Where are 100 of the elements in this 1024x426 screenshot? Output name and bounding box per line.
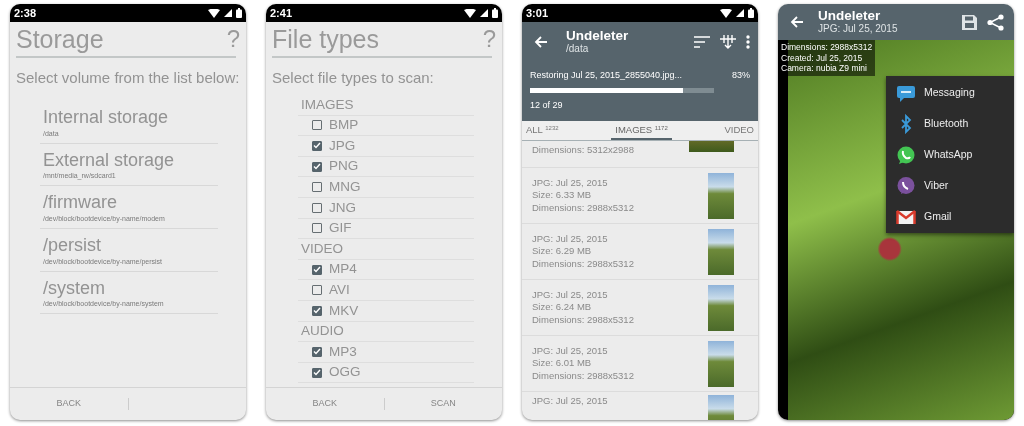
photo-info: Camera: nubia Z9 mini: [781, 63, 868, 74]
file-type-label: MNG: [329, 178, 361, 197]
status-time: 2:38: [14, 7, 37, 19]
phone-bubble-icon: [896, 175, 916, 196]
phone-bubble-icon: [896, 144, 916, 165]
file-detail: Size: 6.29 MB: [532, 245, 593, 258]
file-detail: Size: 6.33 MB: [532, 189, 593, 202]
photo-info: Dimensions: 2988x5312: [781, 42, 873, 53]
checkbox[interactable]: [312, 141, 322, 151]
more-options-icon[interactable]: [746, 35, 750, 49]
share-option[interactable]: Viber: [886, 170, 1014, 201]
help-button[interactable]: ?: [226, 25, 240, 54]
scan-button[interactable]: SCAN: [384, 393, 502, 415]
restore-icon[interactable]: [720, 35, 736, 49]
wifi-icon: [464, 8, 476, 18]
file-detail: Dimensions: 2988x5312: [532, 257, 634, 271]
file-type-label: JPG: [329, 136, 356, 155]
file-type-label: OGG: [329, 363, 361, 382]
photo-subtitle: JPG: Jul 25, 2015: [818, 23, 899, 36]
checkbox[interactable]: [312, 346, 322, 357]
file-type-label: AVI: [329, 281, 350, 299]
file-detail: JPG: Jul 25, 2015: [532, 176, 609, 190]
photo-placeholder: [708, 172, 734, 219]
checkmark-icon: [313, 348, 321, 356]
signal-icon: [224, 9, 232, 17]
file-detail: Dimensions: 5312x2988: [532, 144, 634, 157]
battery-icon: [748, 8, 754, 18]
checkmark-icon: [313, 307, 321, 315]
share-option[interactable]: Gmail: [886, 201, 1014, 232]
checkbox[interactable]: [312, 223, 322, 234]
wifi-icon: [208, 8, 220, 18]
battery-icon: [236, 8, 242, 18]
file-type-label: MKV: [329, 301, 359, 320]
back-arrow-icon[interactable]: [534, 35, 548, 49]
checkbox[interactable]: [312, 161, 322, 172]
checkmark-icon: [313, 369, 321, 376]
file-detail: Size: 6.24 MB: [532, 301, 593, 314]
screen-title: File types: [272, 24, 379, 54]
checkbox[interactable]: [312, 182, 322, 193]
file-row[interactable]: JPG: Jul 25, 2015 Size: 6.24 MB Dimensions: 2988x5312: [522, 280, 758, 336]
volume-name: /system: [43, 277, 106, 300]
share-icon[interactable]: [987, 13, 1004, 31]
file-type-label: MP4: [329, 260, 357, 279]
group-heading: IMAGES: [300, 95, 354, 114]
share-option[interactable]: WhatsApp: [886, 139, 1014, 170]
checkbox[interactable]: [312, 305, 322, 316]
photo-info: Created: Jul 25, 2015: [781, 52, 864, 63]
battery-icon: [492, 8, 498, 18]
file-detail: Dimensions: 2988x5312: [532, 201, 634, 215]
tab[interactable]: IMAGES $^{1172}$: [611, 121, 672, 140]
checkbox[interactable]: [312, 367, 322, 378]
volume-name: External storage: [43, 149, 176, 172]
file-detail: JPG: Jul 25, 2015: [532, 232, 609, 246]
volume-name: /firmware: [43, 192, 118, 214]
progress-percent: 83%: [732, 69, 750, 82]
file-row[interactable]: JPG: Jul 25, 2015 Size: 6.33 MB Dimensions: 2988x5312: [522, 168, 758, 224]
signal-icon: [736, 9, 744, 17]
tab[interactable]: VIDEO: [720, 121, 758, 140]
back-button[interactable]: BACK: [266, 393, 384, 415]
photo-placeholder: [708, 340, 734, 387]
folder-path: /data: [566, 43, 590, 56]
file-detail: Dimensions: 2988x5312: [532, 369, 634, 383]
photo-placeholder: [708, 228, 734, 275]
sort-icon[interactable]: [694, 36, 710, 48]
file-detail: JPG: Jul 25, 2015: [532, 344, 609, 358]
file-type-label: MP3: [329, 342, 357, 361]
file-row[interactable]: JPG: Jul 25, 2015 Size: 6.29 MB Dimensions: 2988x5312: [522, 224, 758, 280]
share-option[interactable]: Bluetooth: [886, 108, 1014, 139]
back-button[interactable]: BACK: [10, 393, 128, 415]
file-row[interactable]: JPG: Jul 25, 2015 Size: 6.01 MB Dimensions: 2988x5312: [522, 336, 758, 392]
share-option[interactable]: Messaging: [886, 77, 1014, 108]
app-title: Undeleter: [818, 8, 882, 24]
status-time: 3:01: [526, 7, 549, 19]
back-arrow-icon[interactable]: [790, 15, 804, 29]
checkmark-icon: [313, 142, 321, 150]
checkbox[interactable]: [312, 264, 322, 275]
checkmark-icon: [313, 163, 321, 171]
instruction-text: Select file types to scan:: [272, 68, 435, 87]
photo-placeholder: [689, 141, 734, 152]
file-detail: JPG: Jul 25, 2015: [532, 288, 609, 302]
file-row[interactable]: JPG: Jul 25, 2015: [522, 392, 758, 420]
volume-name: /persist: [43, 235, 103, 257]
volume-name: Internal storage: [43, 107, 170, 129]
checkbox[interactable]: [312, 285, 322, 296]
file-type-label: PNG: [329, 157, 359, 176]
status-time: 2:41: [270, 7, 293, 19]
checkbox[interactable]: [312, 120, 322, 131]
checkbox[interactable]: [312, 202, 322, 213]
file-type-label: JNG: [329, 198, 356, 217]
group-heading: AUDIO: [300, 322, 344, 341]
file-detail: JPG: Jul 25, 2015: [532, 395, 608, 408]
photo-placeholder: [708, 284, 734, 331]
file-detail: Dimensions: 2988x5312: [532, 313, 634, 327]
help-button[interactable]: ?: [482, 25, 496, 54]
app-title: Undeleter: [566, 28, 630, 44]
file-row[interactable]: Dimensions: 5312x2988: [522, 141, 758, 168]
file-type-label: GIF: [329, 219, 352, 238]
wifi-icon: [720, 8, 732, 18]
progress-count: 12 of 29: [529, 98, 564, 112]
tab[interactable]: ALL $^{1232}$: [522, 121, 563, 140]
